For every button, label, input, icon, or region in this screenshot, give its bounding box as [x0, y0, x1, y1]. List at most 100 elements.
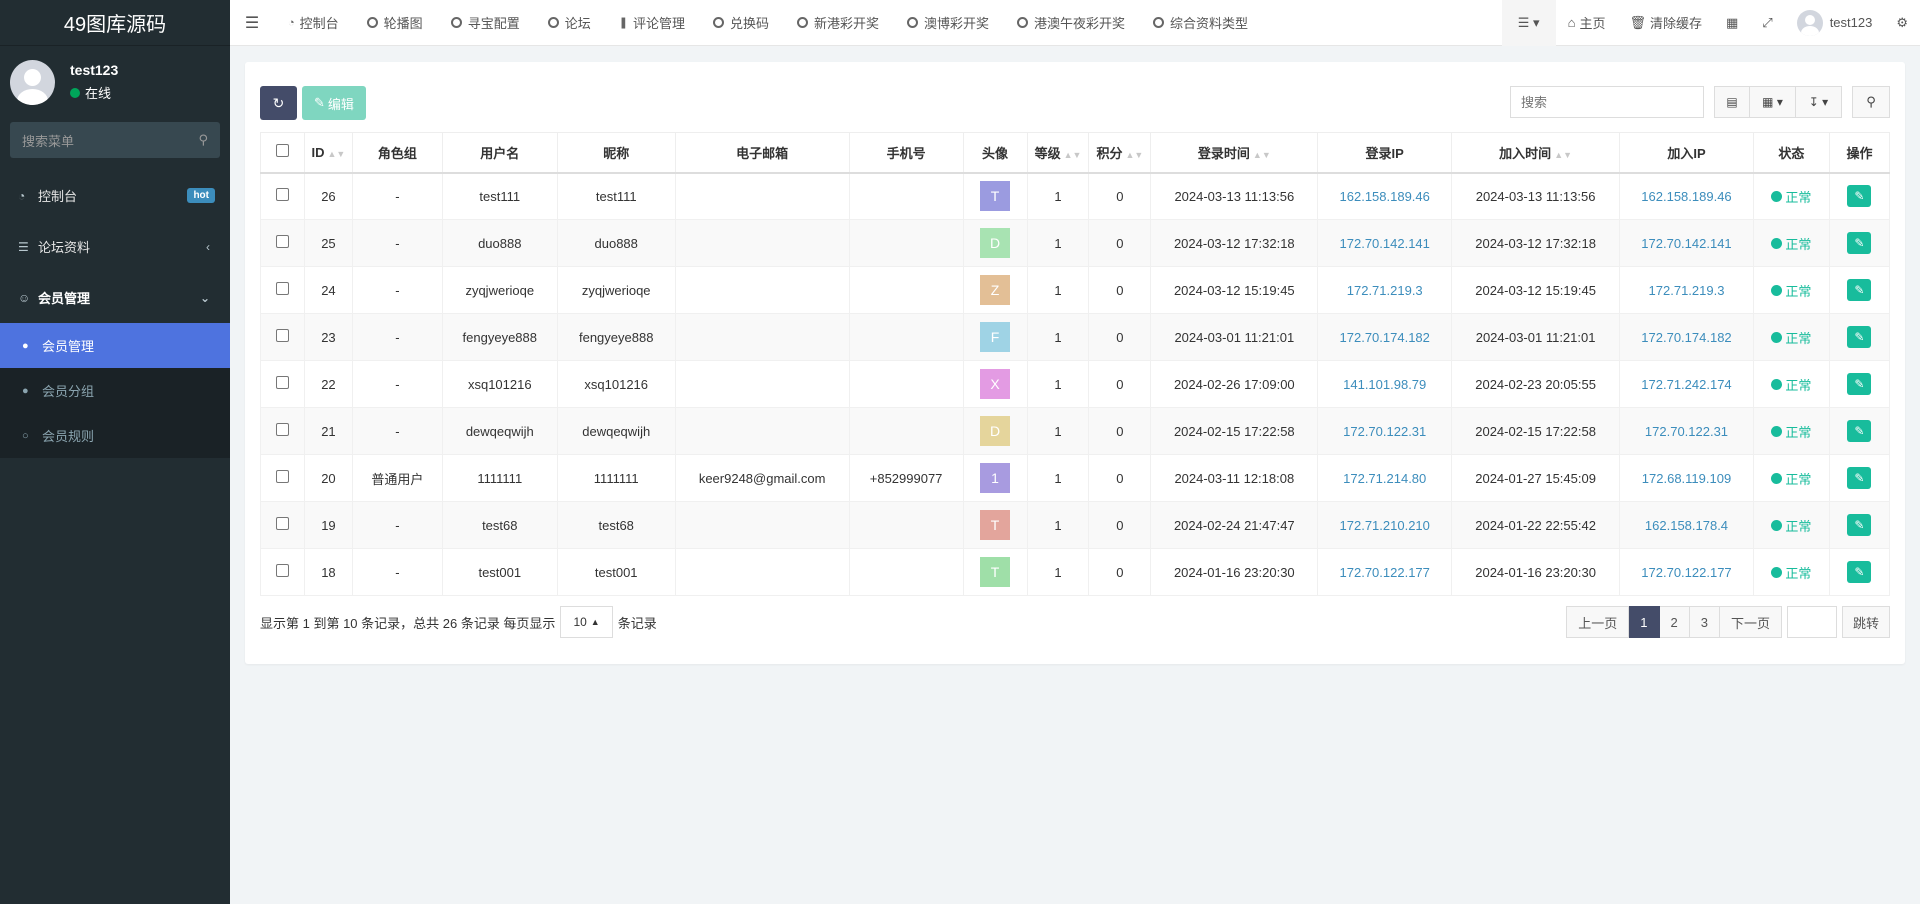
next-page-button[interactable]: 下一页	[1719, 606, 1782, 638]
user-menu[interactable]: test123	[1785, 0, 1885, 46]
tabs-dropdown-button[interactable]: ☰ ▾	[1501, 0, 1556, 46]
language-button[interactable]: ▦	[1714, 0, 1750, 46]
avatar[interactable]: Z	[980, 275, 1011, 305]
sidebar-subitem-member-manage[interactable]: ● 会员管理	[0, 323, 230, 368]
tab-hk-lottery[interactable]: 新港彩开奖	[783, 0, 893, 46]
tab-comments[interactable]: ❚ 评论管理	[605, 0, 699, 46]
page-2-button[interactable]: 2	[1659, 606, 1690, 638]
sidebar-subitem-member-rule[interactable]: ○ 会员规则	[0, 413, 230, 458]
join-ip-link[interactable]: 172.68.119.109	[1642, 471, 1731, 486]
export-dropdown-button[interactable]: ↧ ▾	[1796, 86, 1842, 118]
jump-button[interactable]: 跳转	[1841, 606, 1890, 638]
status-badge[interactable]: 正常	[1771, 516, 1811, 535]
search-icon[interactable]: ⚲	[198, 132, 208, 148]
fullscreen-button[interactable]: ⤢	[1750, 0, 1784, 46]
advanced-search-button[interactable]: ⚲	[1852, 86, 1890, 118]
join-ip-link[interactable]: 172.71.219.3	[1649, 283, 1725, 298]
avatar[interactable]: T	[980, 510, 1011, 540]
sidebar-item-dashboard[interactable]: ◔ 控制台 hot	[0, 170, 230, 221]
row-checkbox[interactable]	[275, 564, 289, 577]
sidebar-item-members[interactable]: ☺ 会员管理 ⌄	[0, 272, 230, 323]
row-checkbox[interactable]	[275, 517, 289, 530]
row-edit-button[interactable]: ✎	[1847, 420, 1872, 442]
table-row[interactable]: 25- duo888 duo888 D 1 0 2024-03-12 17:32:18 172…	[260, 219, 1891, 267]
select-all-checkbox[interactable]	[275, 144, 289, 158]
join-ip-link[interactable]: 172.70.142.141	[1641, 236, 1731, 251]
page-3-button[interactable]: 3	[1689, 606, 1720, 638]
status-badge[interactable]: 正常	[1771, 375, 1811, 394]
sidebar-item-forum[interactable]: ☰ 论坛资料 ‹	[0, 221, 230, 272]
status-badge[interactable]: 正常	[1771, 328, 1811, 347]
row-edit-button[interactable]: ✎	[1847, 373, 1872, 395]
tab-redeem[interactable]: 兑换码	[699, 0, 783, 46]
avatar[interactable]: F	[980, 322, 1011, 352]
menu-toggle-icon[interactable]: ☰	[230, 13, 274, 33]
sidebar-subitem-member-group[interactable]: ● 会员分组	[0, 368, 230, 413]
status-badge[interactable]: 正常	[1771, 563, 1811, 582]
table-row[interactable]: 18- test001 test001 T 1 0 2024-01-16 23:20:30 1…	[260, 548, 1891, 596]
row-checkbox[interactable]	[275, 235, 289, 248]
row-checkbox[interactable]	[275, 188, 289, 202]
row-checkbox[interactable]	[275, 470, 289, 483]
join-ip-link[interactable]: 172.70.122.177	[1641, 565, 1731, 580]
prev-page-button[interactable]: 上一页	[1566, 606, 1630, 638]
join-ip-link[interactable]: 172.70.122.31	[1645, 424, 1728, 439]
row-edit-button[interactable]: ✎	[1847, 232, 1872, 254]
tab-macau-lottery[interactable]: 澳博彩开奖	[893, 0, 1003, 46]
table-row[interactable]: 20 普通用户 1111111 1111111 keer9248@gmail.com +8…	[260, 454, 1891, 502]
join-ip-link[interactable]: 162.158.189.46	[1641, 189, 1731, 204]
avatar[interactable]: T	[980, 557, 1011, 587]
tab-data-types[interactable]: 综合资料类型	[1139, 0, 1262, 46]
tab-carousel[interactable]: 轮播图	[353, 0, 437, 46]
avatar[interactable]: T	[980, 181, 1011, 212]
login-ip-link[interactable]: 172.70.142.141	[1340, 236, 1430, 251]
join-ip-link[interactable]: 172.71.242.174	[1641, 377, 1731, 392]
col-score[interactable]: 积分 ▲▼	[1088, 132, 1152, 174]
avatar[interactable]: D	[980, 228, 1011, 258]
table-row[interactable]: 19- test68 test68 T 1 0 2024-02-24 21:47:47 172…	[260, 501, 1891, 549]
col-login-time[interactable]: 登录时间 ▲▼	[1150, 132, 1319, 174]
col-join-time[interactable]: 加入时间 ▲▼	[1451, 132, 1621, 174]
avatar[interactable]: D	[980, 416, 1011, 446]
row-edit-button[interactable]: ✎	[1847, 514, 1872, 536]
jump-page-input[interactable]	[1786, 606, 1837, 638]
tab-treasure[interactable]: 寻宝配置	[437, 0, 534, 46]
col-id[interactable]: ID ▲▼	[303, 132, 353, 174]
row-checkbox[interactable]	[275, 329, 289, 342]
table-row[interactable]: 26- test111 test111 T 1 0 2024-03-13 11:13:56 1…	[260, 172, 1891, 220]
join-ip-link[interactable]: 162.158.178.4	[1645, 518, 1728, 533]
login-ip-link[interactable]: 172.71.210.210	[1340, 518, 1430, 533]
table-row[interactable]: 24- zyqjwerioqe zyqjwerioqe Z 1 0 2024-03-12 1…	[260, 266, 1891, 314]
col-level[interactable]: 等级 ▲▼	[1026, 132, 1090, 174]
avatar[interactable]: X	[980, 369, 1011, 399]
row-edit-button[interactable]: ✎	[1847, 279, 1872, 301]
table-row[interactable]: 22- xsq101216 xsq101216 X 1 0 2024-02-26 17:09…	[260, 360, 1891, 408]
login-ip-link[interactable]: 141.101.98.79	[1343, 377, 1426, 392]
login-ip-link[interactable]: 172.70.174.182	[1340, 330, 1430, 345]
row-edit-button[interactable]: ✎	[1847, 185, 1872, 208]
status-badge[interactable]: 正常	[1771, 469, 1811, 488]
sidebar-search[interactable]: 搜索菜单 ⚲	[10, 122, 220, 158]
table-row[interactable]: 23- fengyeye888 fengyeye888 F 1 0 2024-03-01 1…	[260, 313, 1891, 361]
page-1-button[interactable]: 1	[1629, 606, 1660, 638]
page-size-dropdown[interactable]: 10 ▲	[560, 606, 613, 638]
app-logo[interactable]: 49图库源码	[0, 0, 230, 46]
status-badge[interactable]: 正常	[1771, 422, 1811, 441]
tab-forum[interactable]: 论坛	[534, 0, 605, 46]
row-checkbox[interactable]	[275, 376, 289, 389]
login-ip-link[interactable]: 172.71.219.3	[1347, 283, 1423, 298]
tab-dashboard[interactable]: ◔ 控制台	[274, 0, 353, 46]
row-edit-button[interactable]: ✎	[1847, 326, 1872, 348]
row-edit-button[interactable]: ✎	[1847, 467, 1872, 489]
toggle-view-button[interactable]: ▤	[1714, 86, 1750, 118]
status-badge[interactable]: 正常	[1771, 234, 1811, 253]
login-ip-link[interactable]: 162.158.189.46	[1340, 189, 1430, 204]
refresh-button[interactable]: ↻	[260, 86, 297, 120]
status-badge[interactable]: 正常	[1771, 281, 1811, 300]
table-search-input[interactable]	[1510, 86, 1704, 118]
join-ip-link[interactable]: 172.70.174.182	[1641, 330, 1731, 345]
clear-cache-button[interactable]: 🗑 清除缓存	[1617, 0, 1714, 46]
login-ip-link[interactable]: 172.70.122.31	[1343, 424, 1426, 439]
tab-midnight-lottery[interactable]: 港澳午夜彩开奖	[1003, 0, 1139, 46]
settings-button[interactable]: ⚙	[1884, 0, 1920, 46]
